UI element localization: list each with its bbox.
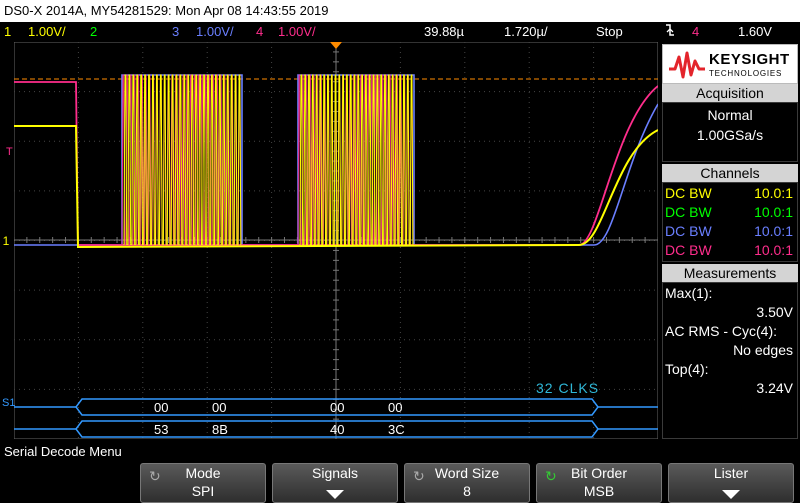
rotate-knob-icon: ↻ xyxy=(545,468,557,484)
trigger-channel[interactable]: 4 xyxy=(692,22,699,42)
window-title: DS0-X 2014A, MY54281529: Mon Apr 08 14:4… xyxy=(0,0,800,22)
measurements-panel: Max(1): 3.50V AC RMS - Cyc(4): No edges … xyxy=(662,282,798,439)
logo-text: KEYSIGHT xyxy=(709,51,790,68)
clock-count-label: 32 CLKS xyxy=(536,380,600,396)
channel-coupling: DC BW xyxy=(665,185,712,201)
bit-order-softkey[interactable]: ↻ Bit Order MSB xyxy=(536,463,662,503)
rotate-knob-icon: ↻ xyxy=(149,468,161,484)
channel-coupling: DC BW xyxy=(665,223,712,239)
ch3-number[interactable]: 3 xyxy=(172,22,179,42)
ch1-ground-marker[interactable]: 1 xyxy=(0,234,12,248)
measurement-value: 3.24V xyxy=(756,380,793,396)
trigger-position-icon xyxy=(330,42,342,49)
decode-byte: 3C xyxy=(388,422,405,437)
measurement-label: AC RMS - Cyc(4): xyxy=(665,323,777,339)
sample-rate: 1.00GSa/s xyxy=(696,127,764,143)
lister-softkey[interactable]: Lister xyxy=(668,463,794,503)
side-panel: KEYSIGHT TECHNOLOGIES Acquisition Normal… xyxy=(660,42,800,439)
rotate-knob-icon: ↻ xyxy=(413,468,425,484)
trigger-level[interactable]: 1.60V xyxy=(738,22,772,42)
measurement-label: Top(4): xyxy=(665,361,709,377)
ch2-number[interactable]: 2 xyxy=(90,22,97,42)
channel-row: DC BW 10.0:1 xyxy=(663,222,797,241)
measurements-header[interactable]: Measurements xyxy=(662,264,798,282)
channel-row: DC BW 10.0:1 xyxy=(663,241,797,260)
signals-softkey[interactable]: Signals xyxy=(272,463,398,503)
softkey-title: Signals xyxy=(312,465,358,481)
run-state[interactable]: Stop xyxy=(596,22,623,42)
decode-byte: 40 xyxy=(330,422,345,437)
submenu-arrow-icon xyxy=(326,490,344,499)
channels-panel: DC BW 10.0:1 DC BW 10.0:1 DC BW 10.0:1 D… xyxy=(662,182,798,262)
decode-byte: 8B xyxy=(212,422,228,437)
trigger-marker[interactable]: T xyxy=(6,146,13,158)
channel-row: DC BW 10.0:1 xyxy=(663,203,797,222)
channel-probe: 10.0:1 xyxy=(754,204,793,220)
ch1-scale[interactable]: 1.00V/ xyxy=(28,22,66,42)
time-scale[interactable]: 1.720µ/ xyxy=(504,22,548,42)
softkey-title: Lister xyxy=(713,465,749,481)
decode-byte: 00 xyxy=(154,400,169,415)
waveform-display[interactable]: 1 T S1 32 CLKS 00 00 00 00 53 8B 40 3C xyxy=(2,41,659,440)
ch4-scale[interactable]: 1.00V/ xyxy=(278,22,316,42)
measurement-value: No edges xyxy=(733,342,793,358)
channel-coupling: DC BW xyxy=(665,204,712,220)
acquisition-mode: Normal xyxy=(707,107,753,123)
measurement-label: Max(1): xyxy=(665,285,713,301)
decode-byte: 53 xyxy=(154,422,169,437)
measurement-value: 3.50V xyxy=(756,304,793,320)
acquisition-header[interactable]: Acquisition xyxy=(662,84,798,102)
serial-decode-marker[interactable]: S1 xyxy=(2,397,15,409)
edge-falling-icon xyxy=(664,22,676,44)
keysight-wave-icon xyxy=(669,51,705,79)
channel-row: DC BW 10.0:1 xyxy=(663,184,797,203)
channel-coupling: DC BW xyxy=(665,242,712,258)
ch1-number[interactable]: 1 xyxy=(4,22,11,42)
ch4-number[interactable]: 4 xyxy=(256,22,263,42)
keysight-logo: KEYSIGHT TECHNOLOGIES xyxy=(662,44,798,84)
time-delay[interactable]: 39.88µ xyxy=(424,22,464,42)
channel-probe: 10.0:1 xyxy=(754,223,793,239)
channel-probe: 10.0:1 xyxy=(754,185,793,201)
decode-byte: 00 xyxy=(330,400,345,415)
decode-byte: 00 xyxy=(212,400,227,415)
ch3-scale[interactable]: 1.00V/ xyxy=(196,22,234,42)
menu-title: Serial Decode Menu xyxy=(0,443,800,461)
decode-byte: 00 xyxy=(388,400,403,415)
channel-probe: 10.0:1 xyxy=(754,242,793,258)
word-size-softkey[interactable]: ↻ Word Size 8 xyxy=(404,463,530,503)
channels-header[interactable]: Channels xyxy=(662,164,798,182)
logo-subtext: TECHNOLOGIES xyxy=(709,69,783,78)
channel-status-bar: 1 1.00V/ 2 3 1.00V/ 4 1.00V/ 39.88µ 1.72… xyxy=(0,22,800,42)
submenu-arrow-icon xyxy=(722,490,740,499)
softkey-bar: ↻ Mode SPI Signals ↻ Word Size 8 ↻ Bit O… xyxy=(0,461,800,503)
mode-softkey[interactable]: ↻ Mode SPI xyxy=(140,463,266,503)
acquisition-panel: Normal 1.00GSa/s xyxy=(662,102,798,162)
